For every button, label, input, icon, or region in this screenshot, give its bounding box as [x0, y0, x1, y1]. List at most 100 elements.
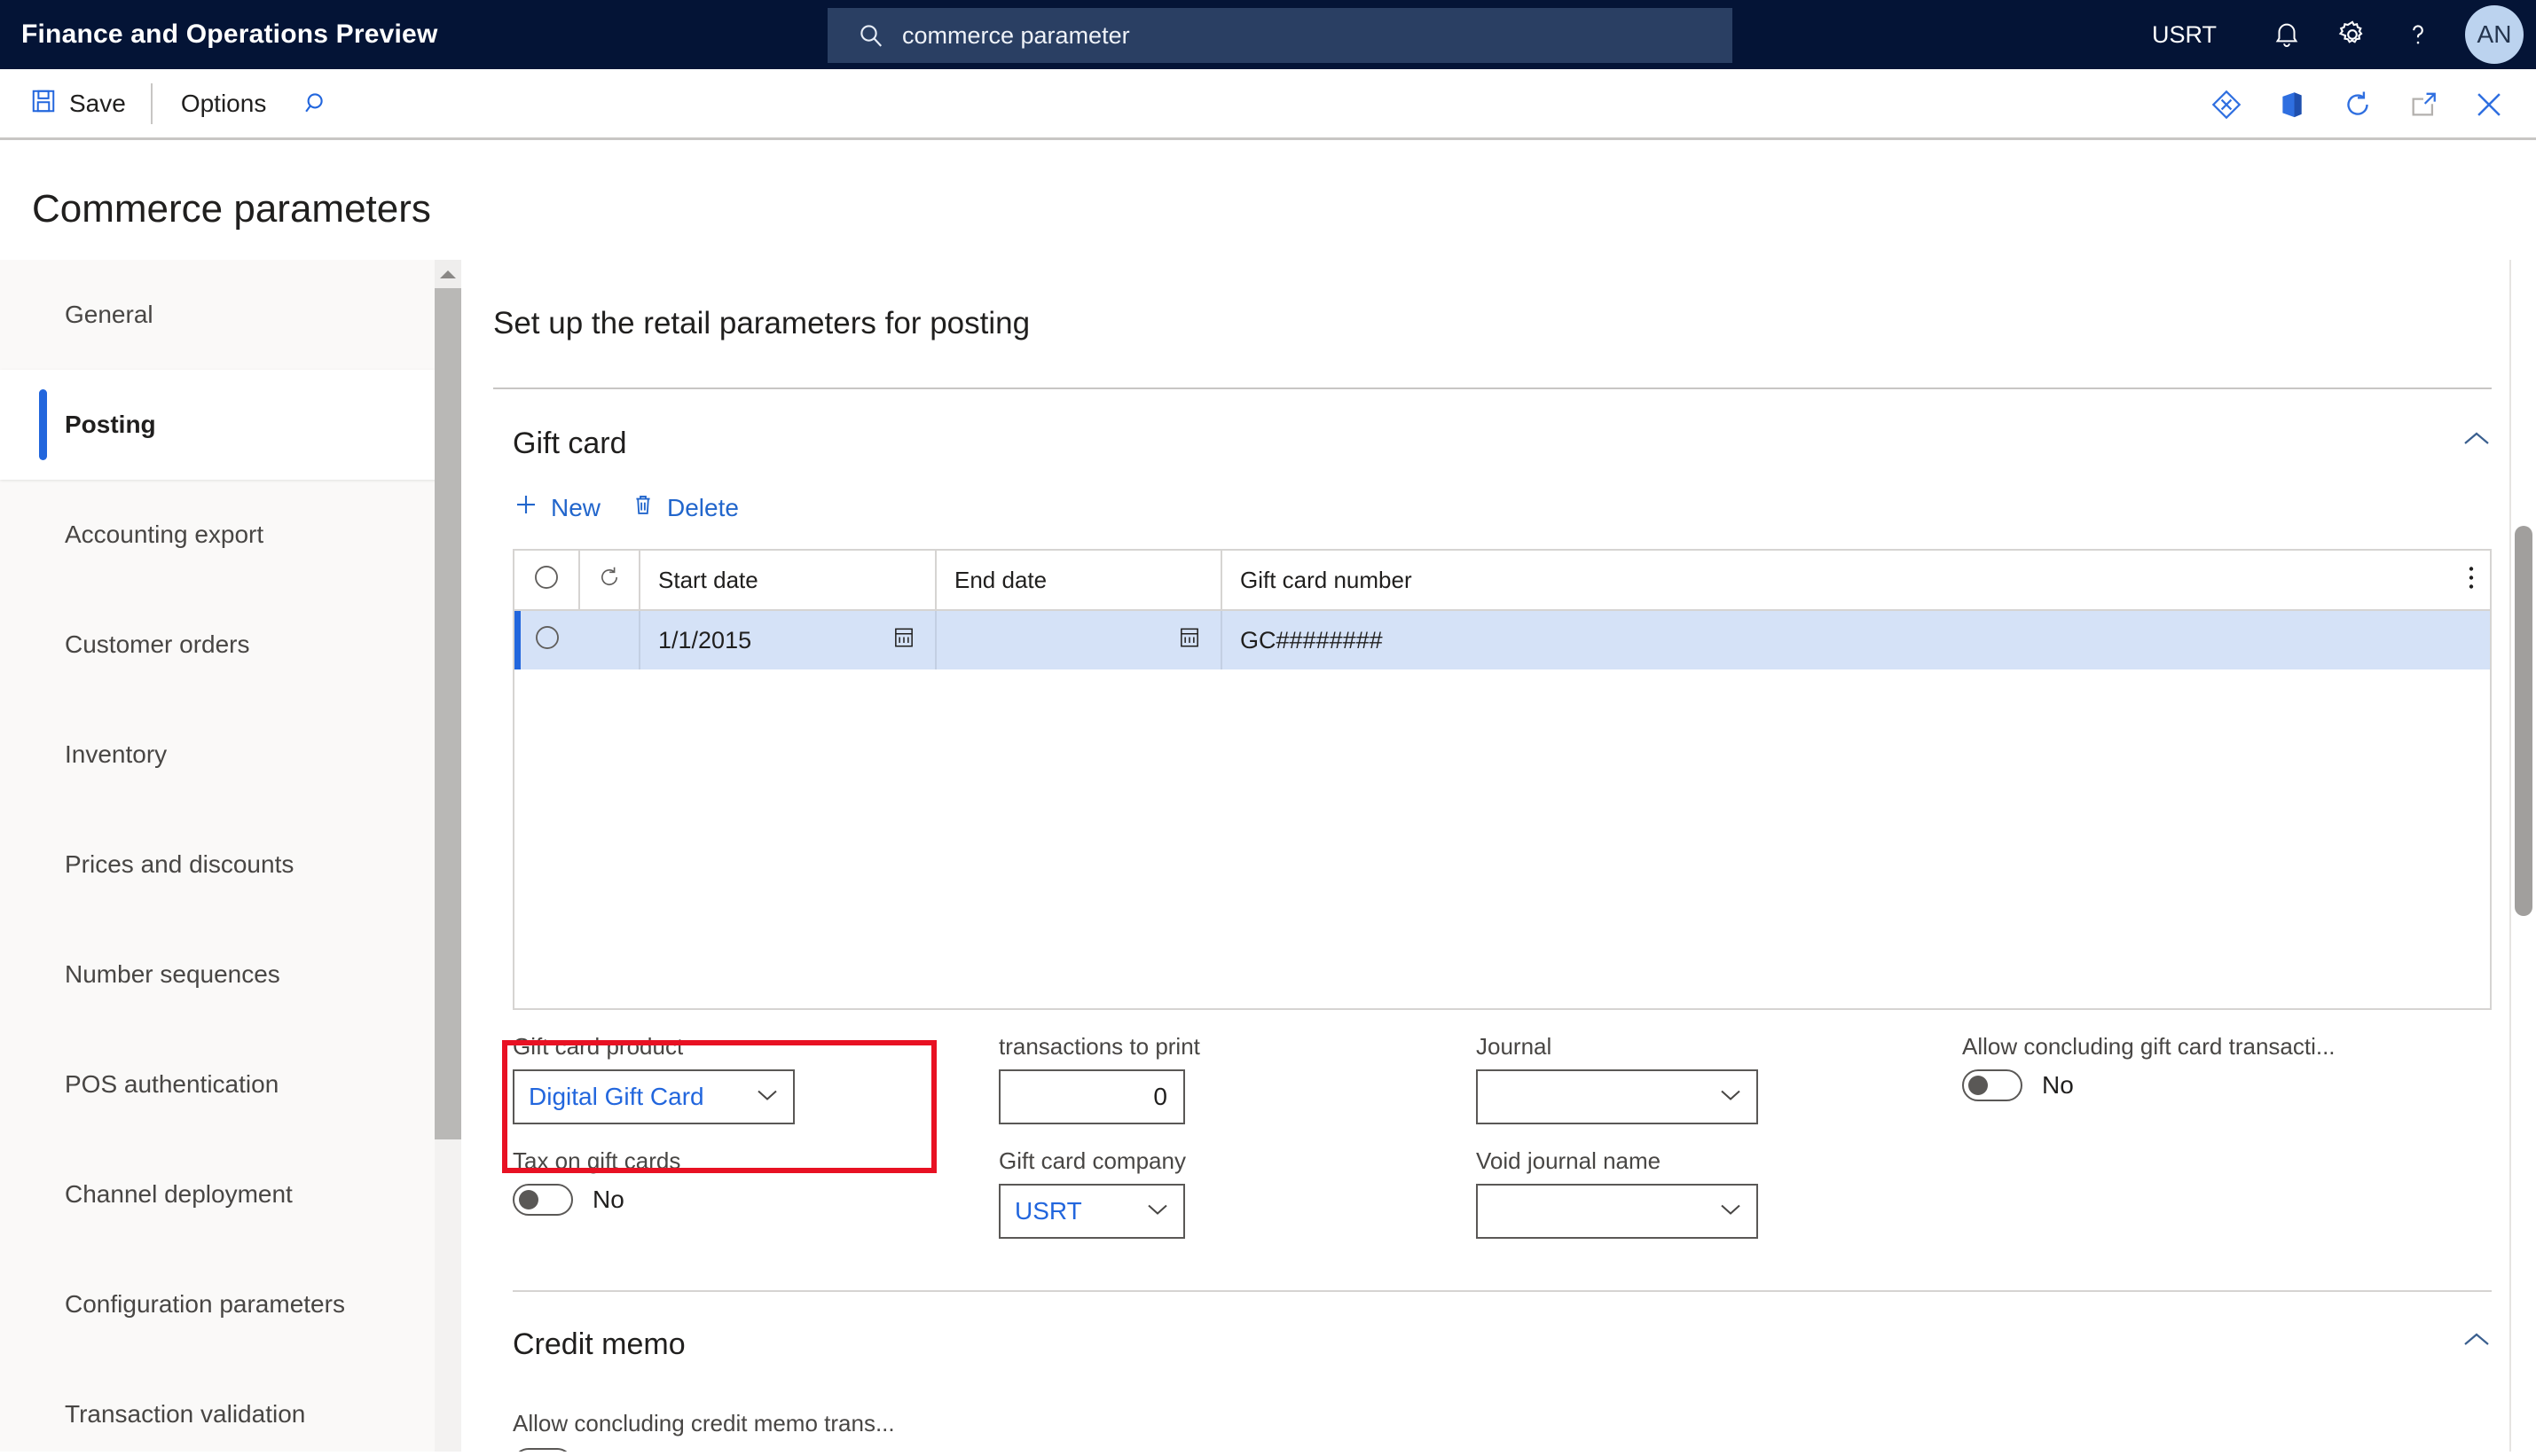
question-mark-icon[interactable]: [2385, 0, 2451, 69]
sidebar-item-label: Channel deployment: [65, 1180, 293, 1208]
sidebar-item-transaction-validation[interactable]: Transaction validation: [0, 1359, 461, 1456]
grid-refresh-header[interactable]: [580, 551, 640, 609]
gear-icon[interactable]: [2320, 0, 2385, 69]
content-scrollbar-thumb[interactable]: [2515, 526, 2532, 916]
sidebar-item-posting[interactable]: Posting: [0, 370, 461, 480]
sidebar-item-prices-and-discounts[interactable]: Prices and discounts: [0, 810, 461, 920]
gift-card-company-dropdown[interactable]: USRT: [999, 1184, 1185, 1239]
chevron-down-icon[interactable]: [1146, 1202, 1169, 1221]
new-button[interactable]: New: [513, 491, 601, 524]
sidebar-item-number-sequences[interactable]: Number sequences: [0, 920, 461, 1029]
options-button[interactable]: Options: [161, 75, 287, 132]
sidebar-item-inventory[interactable]: Inventory: [0, 700, 461, 810]
giftcard-section-header[interactable]: Gift card: [513, 427, 2492, 461]
sidebar-item-label: POS authentication: [65, 1070, 279, 1098]
sidebar-item-general[interactable]: General: [0, 260, 461, 370]
office-icon[interactable]: [2259, 69, 2325, 140]
sidebar-item-label: Posting: [65, 411, 156, 438]
refresh-icon[interactable]: [2325, 69, 2391, 140]
chevron-up-icon[interactable]: [2461, 1331, 2492, 1353]
page-title: Commerce parameters: [32, 187, 431, 231]
left-navigation-panel: General Posting Accounting export Custom…: [0, 260, 461, 1452]
chevron-up-icon[interactable]: [2461, 430, 2492, 452]
sidebar-item-label: Inventory: [65, 740, 168, 768]
sidebar-scrollbar-thumb[interactable]: [435, 288, 461, 1139]
allow-concluding-gift-card-toggle[interactable]: [1962, 1069, 2022, 1101]
sidebar-scrollbar[interactable]: [435, 260, 461, 1452]
journal-dropdown[interactable]: [1476, 1069, 1758, 1124]
sidebar-item-label: Transaction validation: [65, 1400, 306, 1428]
gift-card-product-value: Digital Gift Card: [529, 1083, 704, 1110]
topbar-actions: USRT AN: [2152, 0, 2536, 69]
void-journal-name-dropdown[interactable]: [1476, 1184, 1758, 1239]
sidebar-item-customer-orders[interactable]: Customer orders: [0, 590, 461, 700]
form-column-2: transactions to print 0 Gift card compan…: [999, 1033, 1476, 1262]
chevron-down-icon[interactable]: [1719, 1202, 1742, 1221]
radio-circle-icon: [532, 622, 562, 659]
company-code[interactable]: USRT: [2152, 21, 2217, 49]
sidebar-item-accounting-export[interactable]: Accounting export: [0, 480, 461, 590]
allow-concluding-credit-memo-value: No: [593, 1450, 624, 1452]
popout-icon[interactable]: [2391, 69, 2456, 140]
credit-memo-section-header[interactable]: Credit memo: [513, 1327, 2492, 1362]
chevron-down-icon[interactable]: [756, 1088, 779, 1107]
grid-select-all-header[interactable]: [514, 551, 580, 609]
command-bar: Save Options: [0, 69, 2536, 140]
search-icon: [858, 22, 884, 49]
void-journal-name-field: Void journal name: [1476, 1147, 1962, 1239]
search-filter-icon[interactable]: [286, 75, 348, 132]
cell-end-date[interactable]: [937, 611, 1222, 669]
giftcard-form-fields: Gift card product Digital Gift Card Tax …: [502, 1010, 2492, 1262]
radio-circle-icon: [531, 562, 561, 599]
form-column-1: Gift card product Digital Gift Card Tax …: [502, 1033, 999, 1262]
giftcard-grid: Start date End date Gift card number 1/1…: [513, 549, 2492, 1010]
plus-icon: [513, 491, 539, 524]
close-icon[interactable]: [2456, 69, 2522, 140]
delete-button-label: Delete: [667, 493, 739, 521]
sidebar-item-configuration-parameters[interactable]: Configuration parameters: [0, 1249, 461, 1359]
lifecycle-services-icon[interactable]: [2194, 69, 2259, 140]
row-select-radio[interactable]: [514, 611, 580, 669]
journal-label: Journal: [1476, 1033, 1552, 1060]
gift-card-company-label: Gift card company: [999, 1147, 1186, 1174]
grid-column-end-date[interactable]: End date: [937, 551, 1222, 609]
tax-on-gift-cards-field: Tax on gift cards No: [513, 1147, 999, 1216]
chevron-down-icon[interactable]: [1719, 1088, 1742, 1107]
more-vertical-icon[interactable]: [2467, 563, 2476, 598]
scroll-up-arrow-icon[interactable]: [435, 260, 461, 288]
credit-memo-body: Allow concluding credit memo trans... No: [513, 1410, 2536, 1452]
tax-on-gift-cards-value: No: [593, 1186, 624, 1213]
save-button[interactable]: Save: [14, 75, 142, 132]
content-scrollbar[interactable]: [2511, 260, 2536, 1452]
allow-concluding-credit-memo-toggle[interactable]: [513, 1448, 573, 1452]
bell-icon[interactable]: [2254, 0, 2320, 69]
cell-gift-card-number[interactable]: GC########: [1222, 611, 2490, 669]
form-column-3: Journal Void journal name: [1476, 1033, 1962, 1262]
sidebar-item-label: Accounting export: [65, 521, 264, 548]
sidebar-item-pos-authentication[interactable]: POS authentication: [0, 1029, 461, 1139]
void-journal-name-label: Void journal name: [1476, 1147, 1661, 1174]
delete-button[interactable]: Delete: [631, 492, 739, 523]
tax-on-gift-cards-toggle[interactable]: [513, 1184, 573, 1216]
app-title: Finance and Operations Preview: [21, 20, 438, 49]
allow-concluding-gift-card-field: Allow concluding gift card transacti... …: [1962, 1033, 2459, 1101]
calendar-icon[interactable]: [1178, 625, 1201, 656]
command-bar-right-actions: [2194, 69, 2522, 140]
calendar-icon[interactable]: [892, 625, 915, 656]
allow-concluding-gift-card-value: No: [2042, 1071, 2074, 1099]
sidebar-item-label: Number sequences: [65, 960, 280, 988]
heading-divider: [493, 387, 2492, 389]
cell-start-date[interactable]: 1/1/2015: [640, 611, 937, 669]
gift-card-product-label: Gift card product: [513, 1033, 684, 1060]
grid-column-gift-card-number[interactable]: Gift card number: [1222, 551, 2490, 609]
search-input-value[interactable]: commerce parameter: [902, 22, 1130, 50]
sidebar-item-label: General: [65, 301, 153, 328]
main-content-panel: Set up the retail parameters for posting…: [461, 260, 2536, 1452]
transactions-to-print-input[interactable]: 0: [999, 1069, 1185, 1124]
sidebar-item-channel-deployment[interactable]: Channel deployment: [0, 1139, 461, 1249]
avatar[interactable]: AN: [2465, 5, 2524, 64]
grid-column-start-date[interactable]: Start date: [640, 551, 937, 609]
table-row[interactable]: 1/1/2015 GC########: [514, 611, 2490, 669]
global-search-box[interactable]: commerce parameter: [828, 8, 1732, 63]
gift-card-product-dropdown[interactable]: Digital Gift Card: [513, 1069, 795, 1124]
